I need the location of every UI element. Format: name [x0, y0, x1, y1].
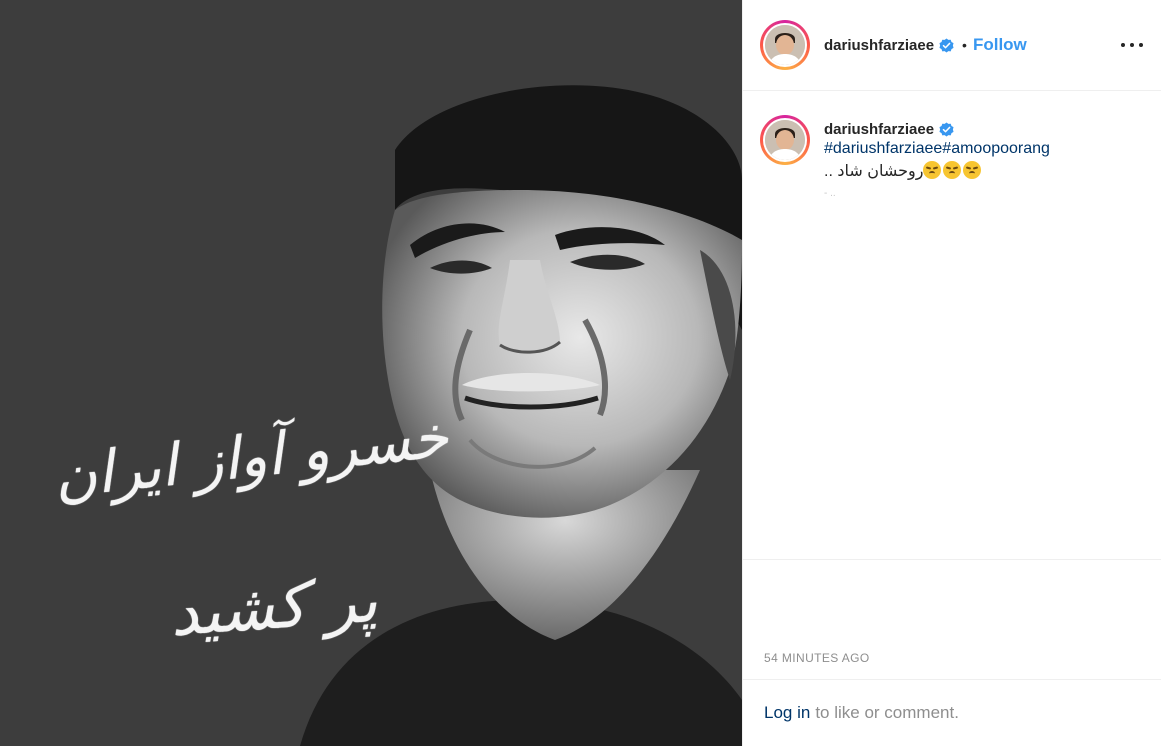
more-options-icon[interactable]: [1121, 36, 1143, 54]
comment-avatar[interactable]: [760, 115, 810, 165]
verified-badge-icon: [939, 122, 954, 137]
comment-avatar-photo: [765, 120, 805, 160]
header-username[interactable]: dariushfarziaee: [824, 37, 934, 54]
login-prompt: Log in to like or comment.: [743, 679, 1161, 746]
caption-text-row: روحشان شاد ..: [824, 160, 1050, 184]
comment-body: dariushfarziaee #dariushfarziaee#amoopoo…: [824, 121, 1050, 199]
login-prompt-text: to like or comment.: [815, 703, 959, 722]
sad-emoji-icon: [923, 161, 942, 179]
caption-comment: dariushfarziaee #dariushfarziaee#amoopoo…: [743, 91, 1161, 199]
caption-text: روحشان شاد ..: [824, 163, 924, 180]
login-link[interactable]: Log in: [764, 703, 810, 723]
caption-hashtags[interactable]: #dariushfarziaee#amoopoorang: [824, 138, 1050, 160]
follow-button[interactable]: Follow: [973, 35, 1027, 55]
sad-emoji-icon: [943, 161, 962, 179]
caption-faint-text: - ..: [824, 188, 836, 199]
avatar-photo: [765, 25, 805, 65]
post: خسرو آواز ایران پر کشید dariushfarziaee …: [0, 0, 1161, 746]
avatar[interactable]: [760, 20, 810, 70]
overlay-text-line-2: پر کشید: [167, 562, 380, 651]
sad-emoji-icon: [963, 161, 982, 179]
post-image[interactable]: خسرو آواز ایران پر کشید: [0, 0, 742, 746]
post-sidebar: dariushfarziaee • Follow dariushfarziaee…: [742, 0, 1161, 746]
post-timestamp[interactable]: 54 MINUTES AGO: [764, 651, 870, 665]
header-separator: •: [962, 37, 967, 53]
post-meta: 54 MINUTES AGO: [743, 559, 1161, 679]
comment-username[interactable]: dariushfarziaee: [824, 121, 934, 138]
verified-badge-icon: [939, 37, 954, 53]
post-header: dariushfarziaee • Follow: [743, 0, 1161, 91]
